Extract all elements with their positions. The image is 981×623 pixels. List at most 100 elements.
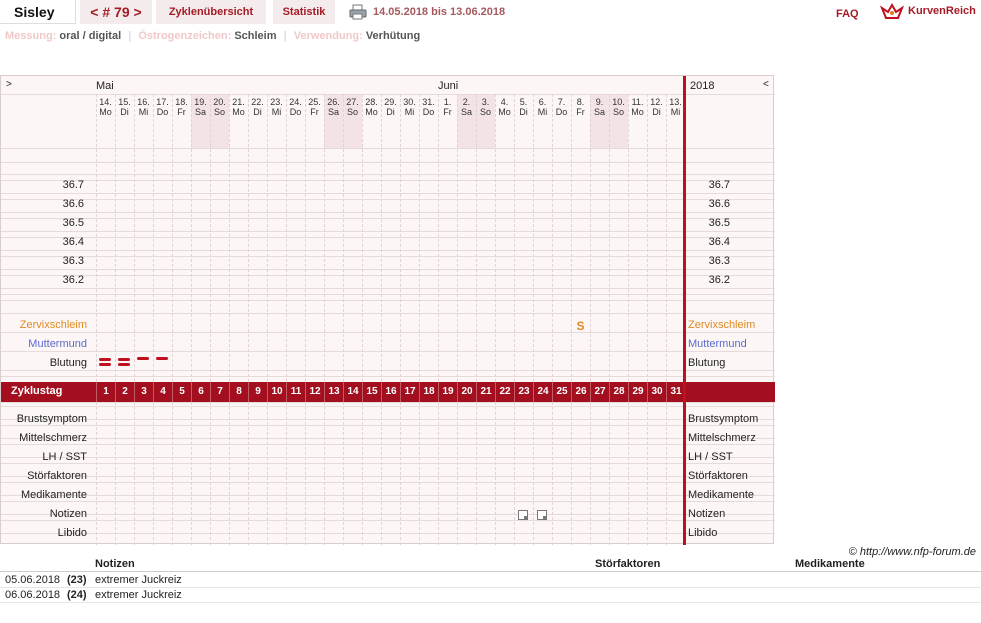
cycleday-cell[interactable]: 6 xyxy=(191,382,210,402)
temperature-label-left: 36.3 xyxy=(62,255,84,267)
cycleday-cell[interactable]: 11 xyxy=(286,382,305,402)
cycleday-cell[interactable]: 27 xyxy=(590,382,609,402)
cycleday-cell[interactable]: 13 xyxy=(324,382,343,402)
chart-prev-button[interactable]: > xyxy=(6,79,12,90)
cycleday-cell[interactable]: 7 xyxy=(210,382,229,402)
cycleday-cell[interactable]: 28 xyxy=(609,382,628,402)
note-icon[interactable] xyxy=(518,510,528,520)
day-date: 4. xyxy=(500,97,509,107)
cycleday-cell[interactable]: 4 xyxy=(153,382,172,402)
kurvenreich-logo[interactable]: KurvenReich xyxy=(879,2,976,22)
copyright[interactable]: © http://www.nfp-forum.de xyxy=(849,546,976,558)
bleeding-heavy-mark[interactable] xyxy=(118,363,130,366)
day-date: 31. xyxy=(422,97,435,107)
day-date: 23. xyxy=(270,97,283,107)
day-header: 4. Mo xyxy=(495,97,514,117)
cycleday-cell[interactable]: 9 xyxy=(248,382,267,402)
tab-cycle-overview[interactable]: Zyklenübersicht xyxy=(156,0,266,24)
grid-column xyxy=(286,94,287,382)
bleeding-heavy-mark[interactable] xyxy=(99,363,111,366)
grid-line xyxy=(1,148,775,149)
cycleday-cell[interactable]: 29 xyxy=(628,382,647,402)
print-icon[interactable] xyxy=(349,4,367,20)
grid-line xyxy=(1,533,775,534)
temperature-label-right: 36.3 xyxy=(708,255,730,267)
cycleday-cell[interactable]: 15 xyxy=(362,382,381,402)
day-weekday: Do xyxy=(289,107,302,117)
grid-line xyxy=(1,294,775,295)
cycleday-cell[interactable]: 2 xyxy=(115,382,134,402)
bleeding-heavy-mark[interactable] xyxy=(118,358,130,361)
grid-column xyxy=(647,402,648,545)
cycleday-cell[interactable]: 3 xyxy=(134,382,153,402)
temperature-label-left: 36.4 xyxy=(62,236,84,248)
cycle-end-divider xyxy=(683,76,686,545)
grid-line xyxy=(1,520,775,521)
grid-column xyxy=(495,402,496,545)
temperature-label-right: 36.7 xyxy=(708,179,730,191)
cycleday-cell[interactable]: 26 xyxy=(571,382,590,402)
day-weekday: Sa xyxy=(593,107,605,117)
row-label-bottom-right: Medikamente xyxy=(688,489,755,501)
cycleday-cell[interactable]: 12 xyxy=(305,382,324,402)
cycle-navigation[interactable]: < # 79 > xyxy=(80,0,152,24)
grid-column xyxy=(419,94,420,382)
bleeding-light-mark[interactable] xyxy=(137,357,149,360)
cycleday-cell[interactable]: 21 xyxy=(476,382,495,402)
bleeding-light-mark[interactable] xyxy=(156,357,168,360)
grid-line xyxy=(1,476,775,477)
cycleday-cell[interactable]: 8 xyxy=(229,382,248,402)
temperature-label-right: 36.4 xyxy=(708,236,730,248)
cycleday-cell[interactable]: 23 xyxy=(514,382,533,402)
cycleday-cell[interactable]: 17 xyxy=(400,382,419,402)
tab-statistics[interactable]: Statistik xyxy=(273,0,335,24)
cycleday-cell[interactable]: 30 xyxy=(647,382,666,402)
grid-column xyxy=(172,94,173,382)
note-cycleday: (23) xyxy=(67,574,87,586)
note-icon[interactable] xyxy=(537,510,547,520)
grid-line xyxy=(1,376,775,377)
cycleday-cell[interactable]: 25 xyxy=(552,382,571,402)
mucus-mark[interactable]: S xyxy=(571,319,590,333)
grid-column xyxy=(362,402,363,545)
grid-line xyxy=(1,438,775,439)
cycleday-cell[interactable]: 20 xyxy=(457,382,476,402)
grid-column xyxy=(96,402,97,545)
note-date: 06.06.2018 xyxy=(5,589,61,601)
grid-line xyxy=(1,402,775,403)
temperature-label-right: 36.2 xyxy=(708,274,730,286)
chart-next-button[interactable]: < xyxy=(763,79,769,90)
grid-column xyxy=(457,402,458,545)
grid-line xyxy=(1,300,775,301)
temperature-label-left: 36.7 xyxy=(62,179,84,191)
day-date: 21. xyxy=(232,97,245,107)
grid-column xyxy=(229,94,230,382)
cycleday-cell[interactable]: 14 xyxy=(343,382,362,402)
grid-line xyxy=(1,250,775,251)
day-header: 7. Do xyxy=(552,97,571,117)
day-weekday: Di xyxy=(120,107,129,117)
cycleday-cell[interactable]: 19 xyxy=(438,382,457,402)
day-date: 25. xyxy=(308,97,321,107)
cycleday-cell[interactable]: 10 xyxy=(267,382,286,402)
cycleday-cell[interactable]: 1 xyxy=(96,382,115,402)
cycleday-cell[interactable]: 5 xyxy=(172,382,191,402)
day-weekday: Di xyxy=(519,107,528,117)
cycleday-cell[interactable]: 16 xyxy=(381,382,400,402)
faq-link[interactable]: FAQ xyxy=(836,8,859,20)
day-header: 5. Di xyxy=(514,97,533,117)
temperature-label-left: 36.2 xyxy=(62,274,84,286)
measurement-value: oral / digital xyxy=(59,30,122,42)
row-label-bottom: Medikamente xyxy=(20,489,87,501)
day-header: 26. Sa xyxy=(324,97,343,117)
bleeding-heavy-mark[interactable] xyxy=(99,358,111,361)
grid-column xyxy=(590,402,591,545)
day-header: 22. Di xyxy=(248,97,267,117)
day-header: 19. Sa xyxy=(191,97,210,117)
grid-column xyxy=(191,94,192,382)
grid-line xyxy=(1,256,775,257)
cycleday-cell[interactable]: 24 xyxy=(533,382,552,402)
row-label-cervix-right: Muttermund xyxy=(688,338,747,350)
cycleday-cell[interactable]: 22 xyxy=(495,382,514,402)
cycleday-cell[interactable]: 18 xyxy=(419,382,438,402)
